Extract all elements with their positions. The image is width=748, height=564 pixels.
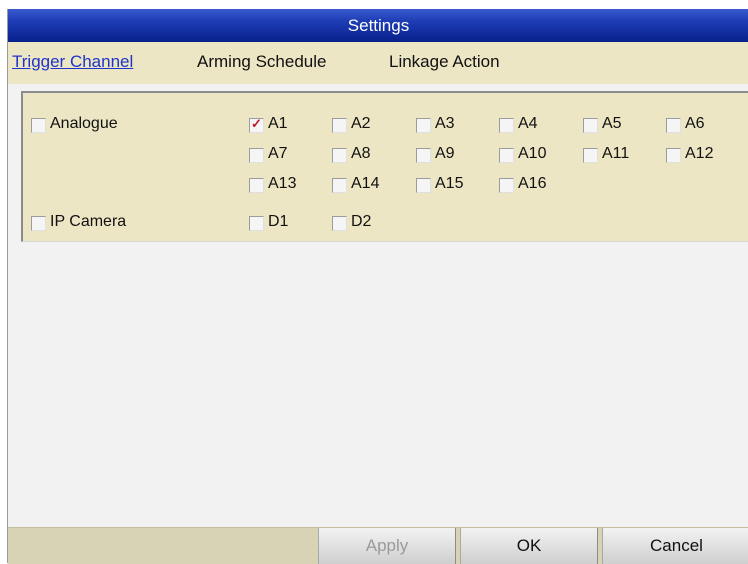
analogue-channel-checkbox[interactable] [666, 148, 681, 163]
analogue-channel-checkbox[interactable] [499, 148, 514, 163]
analogue-channel-checkbox[interactable] [249, 148, 264, 163]
analogue-channel-checkbox[interactable] [499, 178, 514, 193]
analogue-channel-checkbox[interactable] [583, 118, 598, 133]
analogue-channel-checkbox[interactable] [416, 118, 431, 133]
analogue-channel-checkbox[interactable] [332, 148, 347, 163]
ip-camera-channel-checkbox[interactable] [332, 216, 347, 231]
analogue-channel-label: A15 [435, 175, 464, 192]
analogue-channel-a7[interactable]: A7 [249, 145, 324, 165]
analogue-channel-checkbox[interactable] [666, 118, 681, 133]
analogue-channel-checkbox[interactable] [332, 118, 347, 133]
analogue-channel-label: A10 [518, 145, 547, 162]
analogue-channel-label: A4 [518, 115, 538, 132]
analogue-channel-label: A7 [268, 145, 288, 162]
analogue-channel-label: A2 [351, 115, 371, 132]
analogue-channel-label: A11 [602, 145, 630, 162]
window-title: Settings [8, 9, 748, 42]
ip-camera-channel-d1[interactable]: D1 [249, 213, 324, 233]
analogue-channel-label: A13 [268, 175, 297, 192]
cancel-button[interactable]: Cancel [602, 528, 748, 564]
analogue-channel-label: A9 [435, 145, 455, 162]
tab-linkage-action[interactable]: Linkage Action [389, 52, 500, 72]
analogue-channel-a1[interactable]: A1 [249, 115, 324, 135]
button-bar: Apply OK Cancel [8, 527, 748, 564]
analogue-channel-checkbox[interactable] [249, 116, 264, 133]
ip-camera-channel-label: D1 [268, 213, 289, 230]
analogue-channel-a11[interactable]: A11 [583, 145, 658, 165]
ok-button[interactable]: OK [460, 528, 598, 564]
tab-arming-schedule[interactable]: Arming Schedule [197, 52, 326, 72]
analogue-channel-checkbox[interactable] [332, 178, 347, 193]
analogue-label: Analogue [50, 115, 118, 132]
analogue-channel-label: A5 [602, 115, 622, 132]
analogue-channel-a9[interactable]: A9 [416, 145, 491, 165]
analogue-channel-label: A14 [351, 175, 380, 192]
ip-camera-checkbox-box[interactable] [31, 216, 46, 231]
apply-button[interactable]: Apply [318, 528, 456, 564]
analogue-channel-label: A8 [351, 145, 371, 162]
analogue-channel-a3[interactable]: A3 [416, 115, 491, 135]
analogue-channel-a10[interactable]: A10 [499, 145, 574, 165]
analogue-channel-a2[interactable]: A2 [332, 115, 407, 135]
analogue-channel-a8[interactable]: A8 [332, 145, 407, 165]
analogue-channel-a13[interactable]: A13 [249, 175, 324, 195]
analogue-checkbox-box[interactable] [31, 118, 46, 133]
analogue-channel-label: A12 [685, 145, 714, 162]
analogue-channel-label: A1 [268, 115, 288, 132]
ip-camera-channel-label: D2 [351, 213, 372, 230]
analogue-channel-checkbox[interactable] [416, 148, 431, 163]
tab-trigger-channel[interactable]: Trigger Channel [12, 52, 133, 72]
ip-camera-channel-d2[interactable]: D2 [332, 213, 407, 233]
settings-window: Settings Trigger Channel Arming Schedule… [7, 9, 748, 564]
tab-bar: Trigger Channel Arming Schedule Linkage … [8, 42, 748, 84]
analogue-channel-a12[interactable]: A12 [666, 145, 741, 165]
analogue-channel-label: A6 [685, 115, 705, 132]
analogue-channel-checkbox[interactable] [583, 148, 598, 163]
ip-camera-group-checkbox[interactable]: IP Camera [31, 213, 161, 233]
analogue-channel-a14[interactable]: A14 [332, 175, 407, 195]
ip-camera-channel-checkbox[interactable] [249, 216, 264, 231]
analogue-channel-checkbox[interactable] [416, 178, 431, 193]
analogue-channel-checkbox[interactable] [499, 118, 514, 133]
analogue-channel-checkbox[interactable] [249, 178, 264, 193]
analogue-channel-label: A16 [518, 175, 547, 192]
analogue-channel-a15[interactable]: A15 [416, 175, 491, 195]
analogue-channel-a16[interactable]: A16 [499, 175, 574, 195]
analogue-channel-a5[interactable]: A5 [583, 115, 658, 135]
analogue-channel-label: A3 [435, 115, 455, 132]
trigger-channel-panel: Analogue A1 A2 A3 A4 A5 A6 A7 A8 A9 A10 A11 A12 A13 A… [21, 91, 748, 242]
analogue-channel-a6[interactable]: A6 [666, 115, 741, 135]
analogue-group-checkbox[interactable]: Analogue [31, 115, 161, 135]
ip-camera-label: IP Camera [50, 213, 127, 230]
analogue-channel-a4[interactable]: A4 [499, 115, 574, 135]
